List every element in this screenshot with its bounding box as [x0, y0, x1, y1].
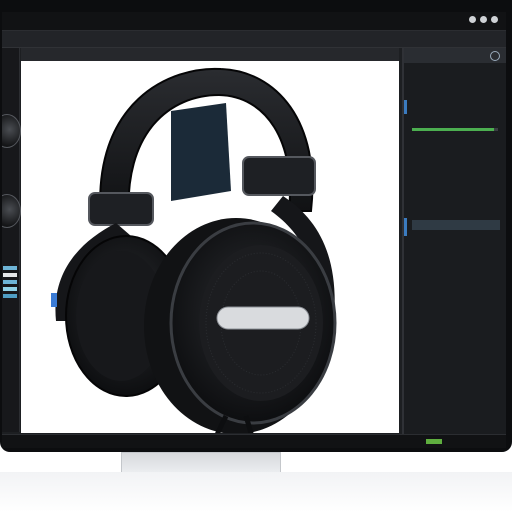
property-row[interactable] [412, 84, 500, 94]
color-swatch[interactable] [3, 287, 17, 291]
property-row[interactable] [412, 248, 500, 258]
accent-marker [404, 100, 407, 114]
title-bar [2, 12, 506, 31]
property-row[interactable] [412, 102, 500, 112]
desk-surface [0, 472, 512, 512]
property-row[interactable] [412, 234, 500, 244]
left-tool-panel [2, 48, 21, 432]
property-row[interactable] [412, 72, 500, 82]
maximize-icon[interactable] [480, 16, 487, 23]
property-row[interactable] [412, 350, 500, 360]
properties-panel [402, 48, 506, 438]
property-row-selected[interactable] [412, 220, 500, 230]
property-row[interactable] [412, 154, 500, 164]
accent-marker [404, 218, 407, 236]
property-row[interactable] [412, 136, 500, 146]
headphones-image [51, 67, 337, 433]
settings-icon[interactable] [490, 51, 500, 61]
status-indicator [426, 439, 442, 444]
property-row[interactable] [412, 334, 500, 344]
property-row[interactable] [412, 300, 500, 310]
color-swatch[interactable] [3, 266, 17, 270]
image-canvas[interactable] [21, 61, 399, 433]
property-row[interactable] [412, 320, 500, 330]
minimize-icon[interactable] [469, 16, 476, 23]
slider-fill [412, 128, 494, 131]
color-swatch[interactable] [3, 280, 17, 284]
property-row[interactable] [412, 194, 500, 204]
color-swatch[interactable] [3, 273, 17, 277]
property-row[interactable] [412, 168, 500, 178]
property-row[interactable] [412, 112, 500, 122]
property-row[interactable] [412, 284, 500, 294]
window-controls [469, 16, 498, 23]
status-bar [2, 434, 506, 448]
panel-header [404, 48, 506, 63]
color-swatch[interactable] [3, 294, 17, 298]
close-icon[interactable] [491, 16, 498, 23]
dial-knob[interactable] [2, 114, 21, 148]
monitor-bezel [0, 0, 512, 452]
dial-knob[interactable] [2, 194, 21, 228]
monitor-stand [121, 452, 281, 474]
monitor-screen [2, 12, 506, 448]
canvas-tab-bar [21, 48, 399, 61]
menu-bar [2, 31, 506, 48]
opacity-slider[interactable] [412, 128, 498, 131]
